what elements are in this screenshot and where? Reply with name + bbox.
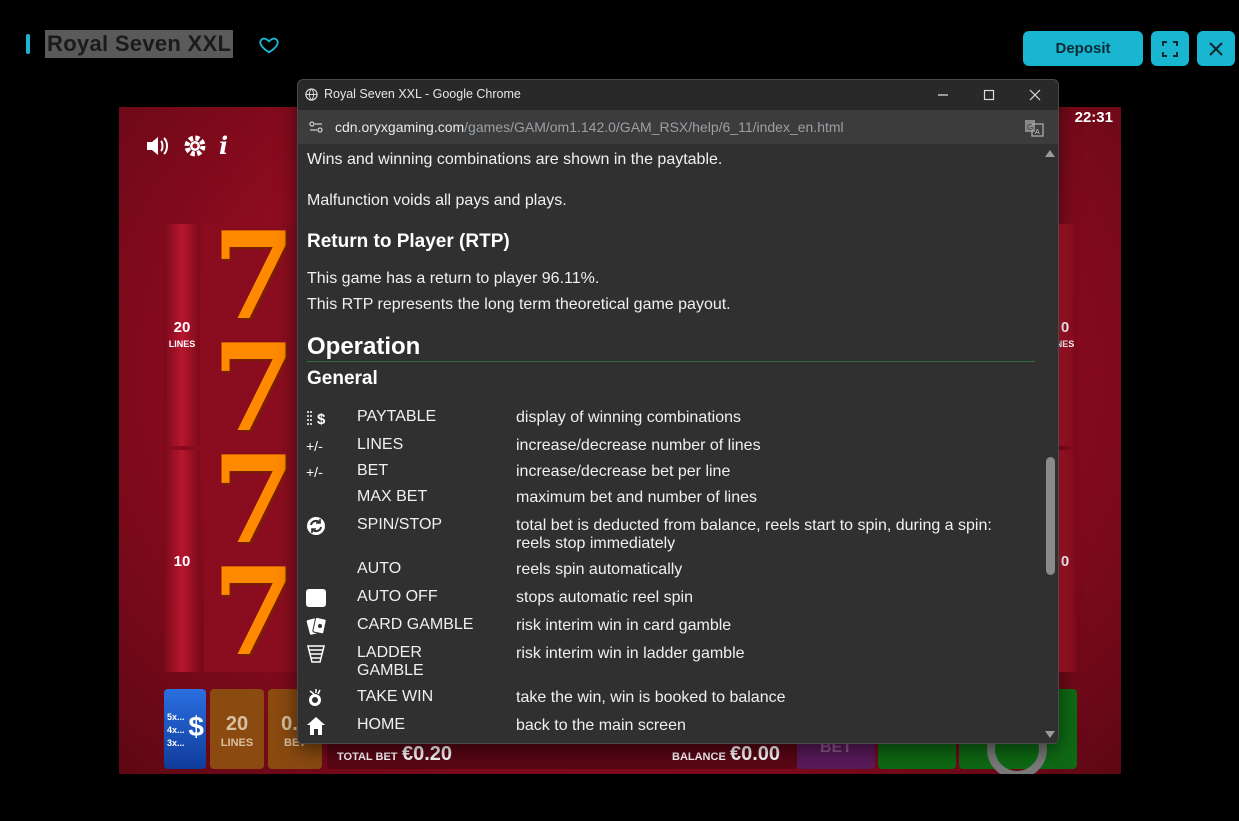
spin-icon (306, 516, 328, 536)
left-lines-label: LINES (168, 339, 196, 349)
paytable-button[interactable]: 5x... 4x... 3x... $ (164, 689, 206, 769)
row-key: AUTO OFF (357, 588, 438, 605)
page-title: Royal Seven XXL (45, 30, 234, 58)
row-key: BET (357, 462, 389, 479)
paytable-line: 4x... (167, 725, 185, 735)
row-desc: stops automatic reel spin (516, 589, 693, 606)
row-key: CARD GAMBLE (357, 616, 474, 633)
popup-close-button[interactable] (1012, 80, 1058, 110)
fullscreen-button[interactable] (1151, 31, 1189, 66)
seven-symbol: 7 (212, 224, 296, 330)
auto-off-icon (306, 588, 328, 608)
lines-label: LINES (220, 737, 254, 749)
ladder-icon (306, 644, 328, 664)
malfunction-paragraph: Malfunction voids all pays and plays. (307, 192, 567, 209)
seven-symbol: 7 (212, 336, 296, 442)
plus-minus-icon: +/- (306, 464, 323, 480)
url-host: cdn.oryxgaming.com (335, 119, 465, 135)
row-key: LADDER GAMBLE (357, 644, 424, 679)
rtp-paragraph-1: This game has a return to player 96.11%. (307, 270, 600, 287)
row-desc: risk interim win in card gamble (516, 617, 732, 634)
lines-value: 20 (225, 713, 249, 735)
row-key: SPIN/STOP (357, 516, 443, 533)
rtp-paragraph-2: This RTP represents the long term theore… (307, 296, 731, 313)
scrollbar-track[interactable] (1043, 144, 1058, 743)
left-lines-number-2: 10 (173, 553, 191, 570)
scroll-down-arrow-icon[interactable] (1045, 731, 1055, 738)
general-heading: General (307, 368, 378, 389)
home-icon (306, 716, 328, 736)
row-desc: risk interim win in ladder gamble (516, 645, 745, 662)
section-divider (307, 361, 1035, 362)
translate-icon[interactable]: GA (1024, 118, 1044, 138)
row-desc: reels spin automatically (516, 561, 683, 578)
balance-label: BALANCE (672, 751, 726, 763)
wins-paragraph: Wins and winning combinations are shown … (307, 151, 723, 168)
row-key: HOME (357, 716, 405, 733)
row-key: AUTO (357, 560, 402, 577)
url-text[interactable]: cdn.oryxgaming.com/games/GAM/om1.142.0/G… (335, 119, 844, 135)
take-win-icon (306, 688, 328, 708)
seven-symbol: 7 (212, 560, 296, 666)
scroll-up-arrow-icon[interactable] (1045, 150, 1055, 157)
scrollbar-thumb[interactable] (1046, 457, 1055, 575)
favorite-heart-icon[interactable] (258, 34, 280, 56)
maximize-button[interactable] (966, 80, 1012, 110)
minimize-button[interactable] (920, 80, 966, 110)
row-key: TAKE WIN (357, 688, 434, 705)
close-icon (1209, 41, 1223, 56)
row-desc: take the win, win is booked to balance (516, 689, 786, 706)
paytable-line: 3x... (167, 738, 185, 748)
lines-button[interactable]: 20 LINES (210, 689, 264, 769)
paytable-line: 5x... (167, 712, 185, 722)
fullscreen-icon (1162, 40, 1178, 57)
svg-text:G: G (1027, 123, 1033, 132)
rtp-heading: Return to Player (RTP) (307, 231, 510, 252)
close-icon (1029, 89, 1041, 101)
paytable-icon: $ (306, 408, 328, 428)
site-info-icon[interactable] (308, 119, 324, 135)
svg-text:A: A (1035, 129, 1040, 136)
popup-titlebar[interactable]: Royal Seven XXL - Google Chrome (298, 80, 1058, 110)
popup-title: Royal Seven XXL - Google Chrome (324, 87, 521, 101)
operation-heading: Operation (307, 333, 421, 360)
title-accent-bar (26, 34, 30, 54)
cards-icon (306, 616, 328, 636)
info-icon[interactable]: i (219, 131, 228, 160)
sound-icon[interactable] (145, 134, 171, 158)
balance-value: €0.00 (730, 743, 781, 765)
seven-symbol: 7 (212, 448, 296, 554)
row-key: LINES (357, 436, 404, 453)
row-desc: maximum bet and number of lines (516, 489, 757, 506)
maximize-icon (983, 89, 995, 101)
plus-minus-icon: +/- (306, 438, 323, 454)
row-desc: total bet is deducted from balance, reel… (516, 517, 992, 552)
globe-icon (305, 88, 318, 101)
deposit-button[interactable]: Deposit (1023, 31, 1143, 66)
help-content[interactable]: Wins and winning combinations are shown … (298, 144, 1044, 743)
reel-1: 7 7 7 7 (204, 224, 304, 672)
dollar-icon: $ (188, 711, 204, 742)
total-bet-value: €0.20 (402, 743, 453, 765)
minimize-icon (938, 94, 948, 96)
close-game-button[interactable] (1197, 31, 1235, 66)
row-desc: back to the main screen (516, 717, 686, 734)
row-key: PAYTABLE (357, 408, 437, 425)
row-desc: increase/decrease number of lines (516, 437, 761, 454)
url-path: /games/GAM/om1.142.0/GAM_RSX/help/6_11/i… (464, 119, 844, 135)
total-bet-label: TOTAL BET (337, 751, 398, 763)
game-controls: i (145, 131, 228, 160)
row-key: MAX BET (357, 488, 428, 505)
row-desc: increase/decrease bet per line (516, 463, 731, 480)
clock: 22:31 (1074, 109, 1113, 126)
svg-text:$: $ (317, 411, 326, 427)
left-lines-number: 20 (173, 319, 191, 336)
row-desc: display of winning combinations (516, 409, 742, 426)
help-popup-window: Royal Seven XXL - Google Chrome cdn.oryx… (297, 79, 1059, 744)
page: Royal Seven XXL Deposit 22:31 i 20 LINES… (0, 0, 1239, 821)
settings-gear-icon[interactable] (183, 134, 207, 158)
address-bar[interactable]: cdn.oryxgaming.com/games/GAM/om1.142.0/G… (298, 110, 1058, 144)
